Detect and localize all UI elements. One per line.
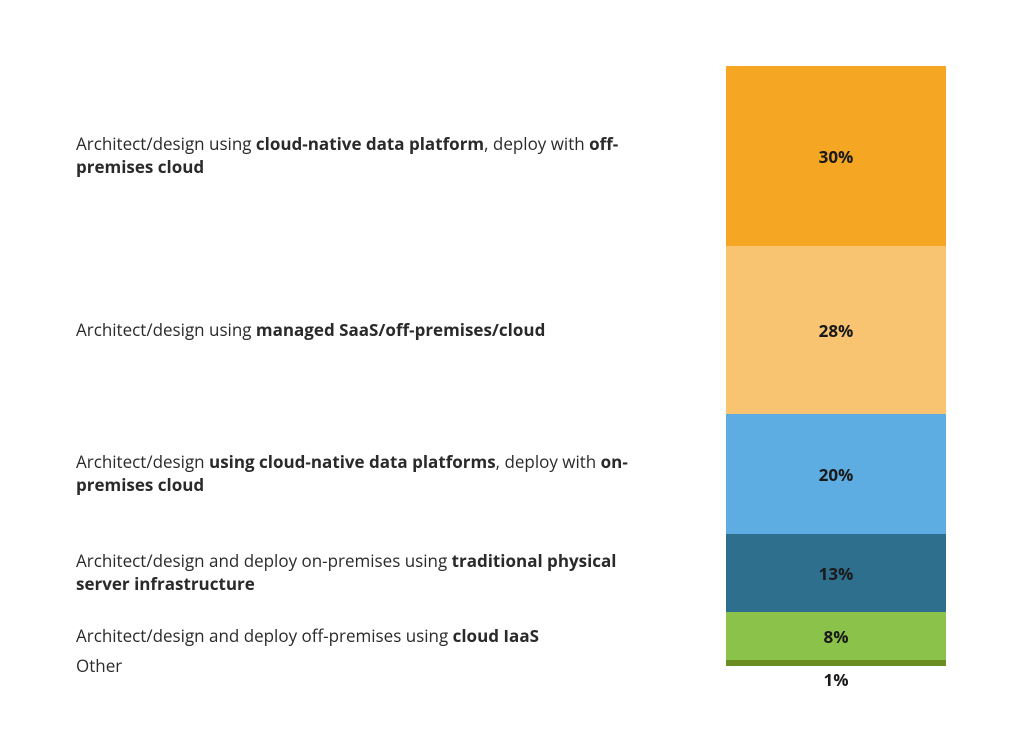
segment-bar [726, 246, 946, 414]
segment-label: Architect/design using cloud-native data… [76, 66, 666, 246]
segment-bar [726, 66, 946, 246]
segment-label: Architect/design and deploy on-premises … [76, 534, 666, 612]
chart-row: Architect/design using cloud-native data… [76, 66, 956, 246]
segment-label: Architect/design and deploy off-premises… [76, 612, 666, 660]
segment-label: Other [76, 654, 666, 678]
segment-label: Architect/design using cloud-native data… [76, 414, 666, 534]
chart-row: Architect/design and deploy off-premises… [76, 612, 956, 660]
segment-label: Architect/design using managed SaaS/off-… [76, 246, 666, 414]
chart-area: Architect/design using cloud-native data… [76, 66, 956, 686]
segment-bar [726, 534, 946, 612]
segment-value: 1% [726, 666, 946, 692]
chart-row: Other1% [76, 660, 956, 666]
chart-row: Architect/design and deploy on-premises … [76, 534, 956, 612]
chart-row: Architect/design using cloud-native data… [76, 414, 956, 534]
segment-bar [726, 612, 946, 660]
segment-bar [726, 660, 946, 666]
stacked-bar-chart: Architect/design using cloud-native data… [0, 0, 1024, 730]
segment-bar [726, 414, 946, 534]
chart-row: Architect/design using managed SaaS/off-… [76, 246, 956, 414]
